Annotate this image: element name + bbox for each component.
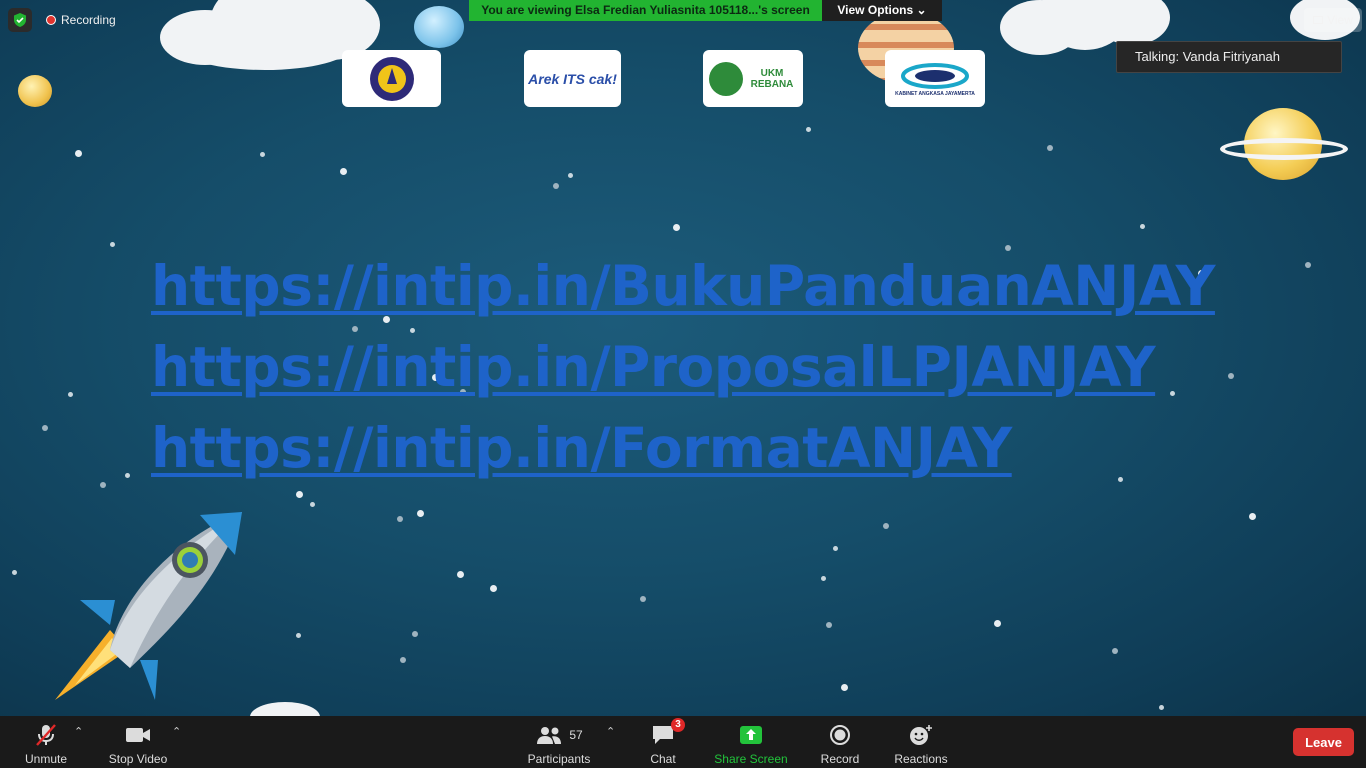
link-list: https://intip.in/BukuPanduanANJAY https:… <box>151 246 1215 489</box>
logo-its <box>342 50 441 107</box>
grid-view-icon <box>1313 16 1324 24</box>
participants-options-caret-icon[interactable]: ⌃ <box>606 725 615 738</box>
link-proposal-lpj[interactable]: https://intip.in/ProposalLPJANJAY <box>151 327 1215 408</box>
record-button[interactable]: Record <box>818 716 862 768</box>
unmute-label: Unmute <box>24 752 68 766</box>
unmute-button[interactable]: Unmute <box>22 716 70 768</box>
record-icon <box>830 725 850 745</box>
shared-screen: Arek ITS cak! UKM REBANA KABINET ANGKASA… <box>0 0 1366 716</box>
viewing-banner: You are viewing Elsa Fredian Yuliasnita … <box>469 0 822 21</box>
share-screen-label: Share Screen <box>714 752 788 766</box>
logo-ukm-rebana: UKM REBANA <box>703 50 803 107</box>
reactions-button[interactable]: Reactions <box>892 716 950 768</box>
logo-arek-its-cak: Arek ITS cak! <box>524 50 621 107</box>
smiley-plus-icon <box>910 725 932 745</box>
record-label: Record <box>820 752 860 766</box>
screen-share-bar: You are viewing Elsa Fredian Yuliasnita … <box>469 0 942 21</box>
view-options-label: View Options <box>837 3 914 17</box>
share-screen-button[interactable]: Share Screen <box>712 716 790 768</box>
participants-label: Participants <box>527 752 591 766</box>
talking-indicator: Talking: Vanda Fitriyanah <box>1116 41 1342 73</box>
share-screen-icon <box>740 726 762 744</box>
muted-microphone-icon <box>33 722 59 748</box>
recording-indicator[interactable]: Recording <box>46 13 116 27</box>
logo-kabinet: KABINET ANGKASA JAYAMERTA <box>885 50 985 107</box>
view-button[interactable]: View <box>1304 8 1362 32</box>
link-buku-panduan[interactable]: https://intip.in/BukuPanduanANJAY <box>151 246 1215 327</box>
participants-icon <box>537 727 562 744</box>
ringed-planet <box>1220 108 1348 180</box>
chevron-down-icon: ⌄ <box>916 3 927 17</box>
link-format[interactable]: https://intip.in/FormatANJAY <box>151 408 1215 489</box>
view-button-label: View <box>1327 13 1353 27</box>
blue-planet <box>414 6 464 48</box>
chat-button[interactable]: 3 Chat <box>644 716 685 768</box>
stop-video-label: Stop Video <box>108 752 168 766</box>
recording-dot-icon <box>46 15 56 25</box>
recording-label: Recording <box>61 13 116 27</box>
chat-unread-badge: 3 <box>671 718 685 732</box>
small-yellow-planet <box>18 75 52 107</box>
leave-button[interactable]: Leave <box>1293 728 1354 756</box>
security-shield-icon[interactable] <box>8 8 32 32</box>
chat-label: Chat <box>650 752 676 766</box>
stop-video-button[interactable]: Stop Video <box>106 716 170 768</box>
participants-count: 57 <box>569 728 583 742</box>
video-camera-icon <box>125 722 151 748</box>
view-options-button[interactable]: View Options ⌄ <box>822 0 942 21</box>
participants-button[interactable]: 57 Participants <box>524 716 594 768</box>
cloud-bottom <box>250 700 320 716</box>
reactions-label: Reactions <box>894 752 948 766</box>
rocket-illustration <box>55 512 242 700</box>
audio-options-caret-icon[interactable]: ⌃ <box>74 725 83 738</box>
video-options-caret-icon[interactable]: ⌃ <box>172 725 181 738</box>
meeting-controls: Unmute ⌃ Stop Video ⌃ 57 Participants ⌃ <box>0 716 1366 768</box>
